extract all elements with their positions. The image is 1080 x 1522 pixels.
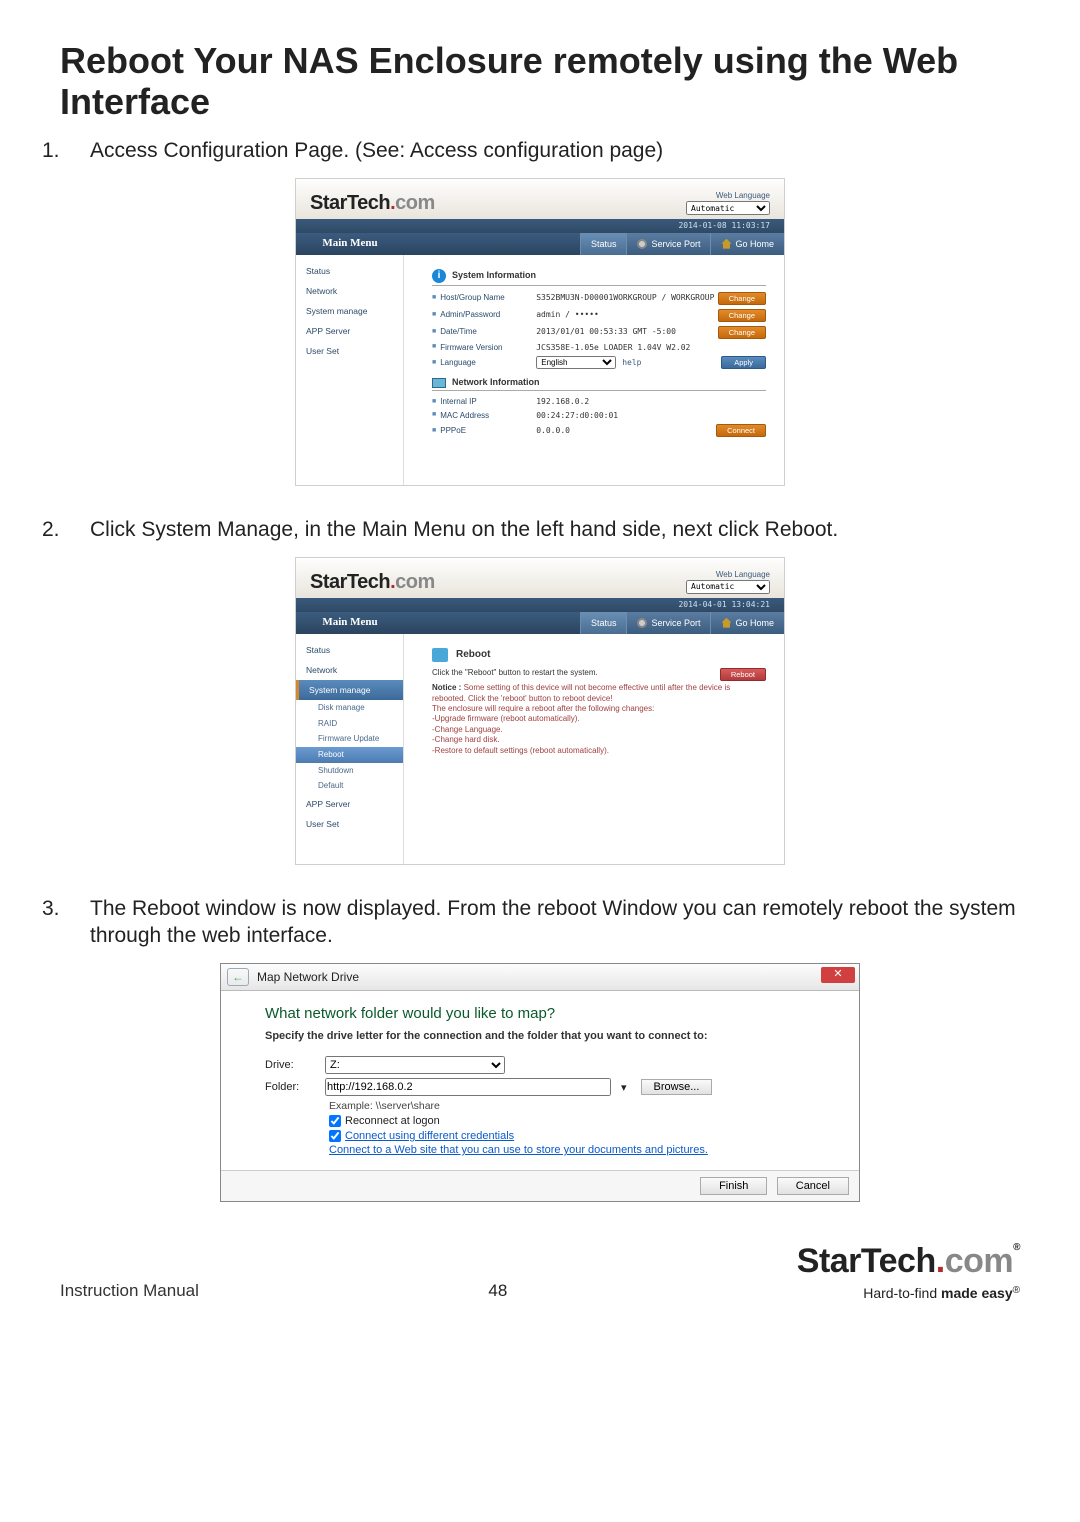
section-system-info: i System Information [432,267,766,286]
footer-logo: StarTech.com® Hard-to-find made easy® [797,1242,1020,1301]
apply-language-button[interactable]: Apply [721,356,766,369]
page-number: 48 [488,1281,507,1301]
step-2: 2.Click System Manage, in the Main Menu … [60,516,1020,543]
sidebar-item-status[interactable]: Status [296,261,403,281]
connect-website-link[interactable]: Connect to a Web site that you can use t… [329,1144,708,1156]
dialog-subtitle: Specify the drive letter for the connect… [265,1030,829,1042]
connect-pppoe-button[interactable]: Connect [716,424,766,437]
change-host-button[interactable]: Change [718,292,766,305]
folder-label: Folder: [265,1081,325,1093]
submenu-reboot[interactable]: Reboot [296,747,403,763]
submenu-default[interactable]: Default [296,778,403,794]
change-admin-button[interactable]: Change [718,309,766,322]
web-language-select[interactable]: Automatic [686,580,770,594]
dialog-question: What network folder would you like to ma… [265,1005,829,1022]
web-language-label: Web Language [686,191,770,201]
gear-icon [637,239,647,249]
section-network-info: Network Information [432,375,766,391]
instruction-manual-label: Instruction Manual [60,1281,199,1301]
sidebar-item-userset[interactable]: User Set [296,341,403,361]
reboot-icon [432,648,448,662]
main-menu-label: Main Menu [296,237,404,250]
tab-go-home[interactable]: Go Home [710,612,784,634]
sidebar-item-appserver[interactable]: APP Server [296,794,403,814]
web-language-label: Web Language [686,570,770,580]
browse-button[interactable]: Browse... [641,1079,713,1095]
sidebar-item-appserver[interactable]: APP Server [296,321,403,341]
tab-service-port[interactable]: Service Port [626,233,710,255]
timestamp: 2014-01-08 11:03:17 [296,219,784,233]
submenu-disk[interactable]: Disk manage [296,700,403,716]
screenshot-reboot-page: StarTech.com Web Language Automatic 2014… [295,557,785,865]
drive-select[interactable]: Z: [325,1056,505,1074]
sidebar-item-network[interactable]: Network [296,660,403,680]
gear-icon [637,618,647,628]
change-date-button[interactable]: Change [718,326,766,339]
timestamp: 2014-04-01 13:04:21 [296,598,784,612]
startech-logo: StarTech..comcom [310,191,435,215]
sidebar-item-system[interactable]: System manage [296,301,403,321]
submenu-raid[interactable]: RAID [296,716,403,732]
reconnect-checkbox[interactable] [329,1115,341,1127]
sidebar: Status Network System manage APP Server … [296,255,404,485]
sidebar-item-network[interactable]: Network [296,281,403,301]
info-icon: i [432,269,446,283]
reboot-hint: Click the "Reboot" button to restart the… [432,668,766,678]
dialog-title: Map Network Drive [257,970,359,984]
web-language-select[interactable]: Automatic [686,201,770,215]
sidebar: Status Network System manage Disk manage… [296,634,404,864]
finish-button[interactable]: Finish [700,1177,767,1195]
reboot-notice: Notice : Some setting of this device wil… [432,683,766,756]
startech-logo: StarTech.com [310,570,435,594]
main-menu-label: Main Menu [296,616,404,629]
tab-go-home[interactable]: Go Home [710,233,784,255]
back-button[interactable]: ← [227,968,249,986]
sidebar-item-userset[interactable]: User Set [296,814,403,834]
sidebar-item-system[interactable]: System manage [296,680,403,700]
language-select[interactable]: English [536,356,616,369]
submenu-shutdown[interactable]: Shutdown [296,763,403,779]
map-network-drive-dialog: ← Map Network Drive ✕ What network folde… [220,963,860,1202]
home-icon [721,239,731,249]
folder-example: Example: \\server\share [329,1100,829,1112]
page-title: Reboot Your NAS Enclosure remotely using… [60,40,1020,123]
credentials-checkbox[interactable] [329,1130,341,1142]
step-3: 3.The Reboot window is now displayed. Fr… [60,895,1020,950]
cancel-button[interactable]: Cancel [777,1177,849,1195]
reboot-button[interactable]: Reboot [720,668,766,681]
drive-label: Drive: [265,1059,325,1071]
screenshot-status-page: StarTech..comcom Web Language Automatic … [295,178,785,486]
tab-service-port[interactable]: Service Port [626,612,710,634]
tab-status[interactable]: Status [580,233,627,255]
reboot-title: Reboot [456,649,490,661]
step-1: 1.Access Configuration Page. (See: Acces… [60,137,1020,164]
tab-status[interactable]: Status [580,612,627,634]
close-button[interactable]: ✕ [821,967,855,983]
sidebar-item-status[interactable]: Status [296,640,403,660]
submenu-fwupdate[interactable]: Firmware Update [296,731,403,747]
folder-input[interactable] [325,1078,611,1096]
home-icon [721,618,731,628]
network-icon [432,378,446,388]
